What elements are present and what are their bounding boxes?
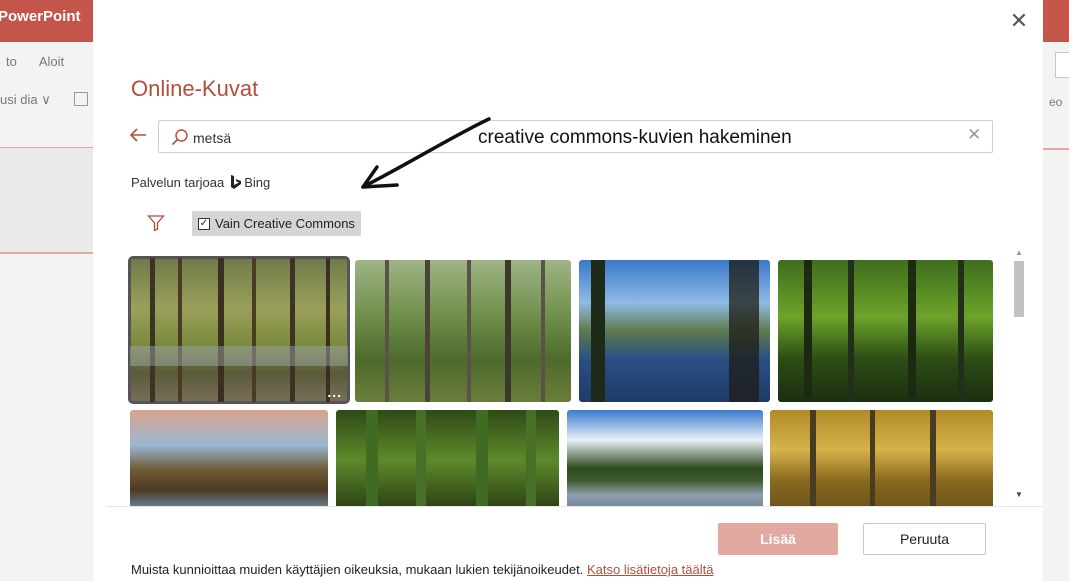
provider-prefix: Palvelun tarjoaa — [131, 175, 225, 190]
new-slide-button[interactable]: usi dia ∨ — [0, 92, 51, 107]
image-result[interactable] — [355, 260, 571, 402]
checkbox-icon[interactable]: ✓ — [198, 217, 210, 230]
powerpoint-background-right: eo — [1043, 0, 1069, 581]
results-scrollbar[interactable]: ▲ ▼ — [1012, 244, 1026, 506]
clear-icon[interactable]: ✕ — [967, 125, 981, 145]
creative-commons-filter[interactable]: ✓ Vain Creative Commons — [192, 211, 361, 236]
bing-logo-icon — [231, 175, 242, 189]
divider — [0, 252, 93, 254]
app-titlebar-right — [1043, 0, 1069, 42]
ribbon-tabs: to Aloit — [0, 42, 93, 78]
copyright-notice: Muista kunnioittaa muiden käyttäjien oik… — [131, 562, 713, 577]
pen-button[interactable] — [1055, 52, 1069, 78]
image-result[interactable] — [336, 410, 559, 506]
app-title: PowerPoint — [0, 8, 81, 25]
close-icon[interactable]: ✕ — [1008, 10, 1030, 32]
image-result[interactable] — [130, 410, 328, 506]
screen: PowerPoint to Aloit usi dia ∨ eo ✕ Onlin… — [0, 0, 1069, 581]
tab-file[interactable]: to — [6, 54, 17, 78]
notice-text: Muista kunnioittaa muiden käyttäjien oik… — [131, 562, 584, 577]
annotation-arrow-icon — [361, 117, 491, 189]
tab-home[interactable]: Aloit — [39, 54, 64, 78]
cc-filter-label: Vain Creative Commons — [215, 216, 355, 231]
filter-icon[interactable] — [147, 214, 165, 232]
footer-divider — [106, 506, 1043, 507]
ribbon-label-fragment: eo — [1049, 95, 1063, 109]
insert-button[interactable]: Lisää — [718, 523, 838, 555]
cancel-button[interactable]: Peruuta — [863, 523, 986, 555]
divider — [1043, 148, 1069, 150]
layout-icon[interactable] — [74, 92, 88, 106]
ribbon: usi dia ∨ — [0, 78, 93, 122]
scroll-down-icon[interactable]: ▼ — [1015, 490, 1023, 499]
image-result[interactable] — [579, 260, 770, 402]
annotation-text: creative commons-kuvien hakeminen — [478, 127, 792, 148]
image-results-grid: ... — [128, 256, 998, 506]
scroll-thumb[interactable] — [1014, 261, 1024, 317]
provider-name: Bing — [244, 175, 271, 190]
dialog-title: Online-Kuvat — [131, 76, 259, 101]
powerpoint-background-left: PowerPoint to Aloit usi dia ∨ — [0, 0, 93, 581]
image-result[interactable]: ... — [128, 256, 350, 404]
learn-more-link[interactable]: Katso lisätietoja täältä — [587, 562, 713, 577]
search-icon — [171, 129, 188, 146]
image-result[interactable] — [778, 260, 993, 402]
slide-thumbnail-area — [0, 148, 93, 252]
app-titlebar: PowerPoint — [0, 0, 93, 42]
image-result[interactable] — [770, 410, 993, 506]
provider-row: Palvelun tarjoaa Bing — [131, 175, 270, 190]
more-options-icon[interactable]: ... — [327, 384, 342, 400]
image-result[interactable] — [567, 410, 763, 506]
back-arrow-icon[interactable] — [129, 126, 147, 148]
scroll-up-icon[interactable]: ▲ — [1015, 248, 1023, 257]
